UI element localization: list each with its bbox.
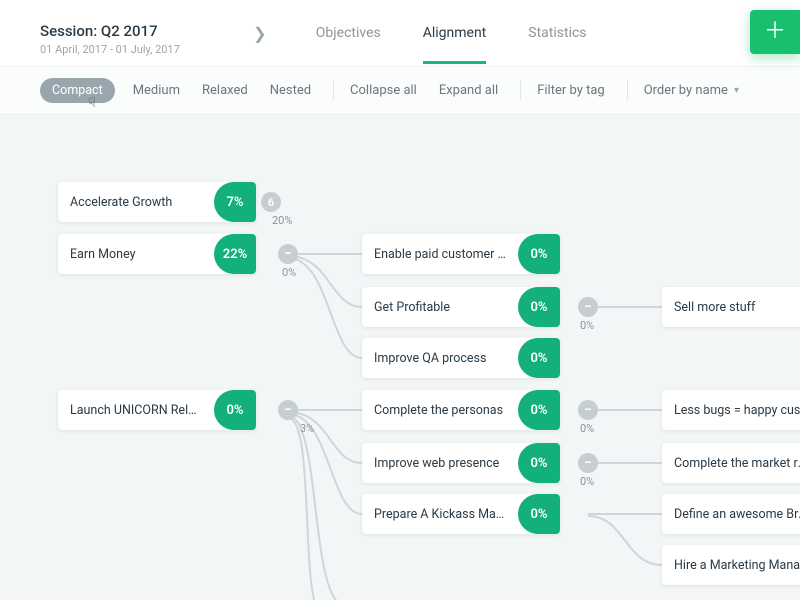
session-next-icon[interactable]: ❯ — [240, 24, 280, 43]
objective-label: Earn Money — [58, 247, 214, 262]
objective-card[interactable]: Improve web presence 0% — [362, 443, 560, 483]
toolbar-separator — [520, 80, 521, 100]
tab-objectives[interactable]: Objectives — [316, 3, 381, 64]
objective-percent: 0% — [518, 338, 560, 378]
session-dates: 01 April, 2017 - 01 July, 2017 — [40, 43, 180, 56]
collapse-node[interactable]: − — [278, 400, 298, 420]
objective-percent: 0% — [518, 494, 560, 534]
tab-alignment[interactable]: Alignment — [423, 3, 487, 64]
objective-percent: 22% — [214, 234, 256, 274]
view-nested[interactable]: Nested — [270, 83, 311, 98]
objective-percent: 0% — [518, 390, 560, 430]
session-title: Session: Q2 2017 — [40, 22, 180, 40]
objective-card[interactable]: Define an awesome Bran — [662, 494, 800, 534]
tab-statistics[interactable]: Statistics — [528, 3, 586, 64]
objective-percent: 0% — [214, 390, 256, 430]
minus-icon: − — [284, 247, 292, 261]
expand-count-node[interactable]: 6 — [261, 192, 281, 212]
toolbar-separator — [627, 80, 628, 100]
objective-label: Less bugs = happy custo — [662, 403, 800, 418]
view-medium[interactable]: Medium — [133, 83, 180, 98]
objective-label: Improve QA process — [362, 351, 518, 366]
objective-label: Prepare A Kickass Marke… — [362, 507, 518, 522]
session-block[interactable]: Session: Q2 2017 01 April, 2017 - 01 Jul… — [40, 10, 180, 56]
objective-card[interactable]: Sell more stuff — [662, 287, 800, 327]
view-compact[interactable]: Compact ☟ — [40, 78, 115, 103]
objective-label: Launch UNICORN Release — [58, 403, 214, 418]
cursor-pointer-icon: ☟ — [88, 96, 96, 111]
objective-label: Define an awesome Bran — [662, 507, 800, 522]
node-percent: 3% — [300, 422, 314, 435]
objective-card[interactable]: Improve QA process 0% — [362, 338, 560, 378]
main-tabs: Objectives Alignment Statistics — [316, 0, 587, 66]
objective-card[interactable]: Hire a Marketing Manage — [662, 545, 800, 585]
plus-icon: ＋ — [764, 21, 786, 43]
alignment-canvas[interactable]: Accelerate Growth 7% Earn Money 22% Laun… — [0, 114, 800, 600]
collapse-node[interactable]: − — [578, 400, 598, 420]
objective-card[interactable]: Accelerate Growth 7% — [58, 182, 256, 222]
collapse-node[interactable]: − — [578, 297, 598, 317]
expand-all[interactable]: Expand all — [439, 83, 498, 98]
objective-card[interactable]: Complete the market res — [662, 443, 800, 483]
objective-card[interactable]: Complete the personas 0% — [362, 390, 560, 430]
add-button[interactable]: ＋ — [750, 10, 800, 54]
objective-label: Sell more stuff — [662, 300, 800, 315]
objective-percent: 0% — [518, 287, 560, 327]
objective-label: Improve web presence — [362, 456, 518, 471]
objective-card[interactable]: Earn Money 22% — [58, 234, 256, 274]
objective-label: Hire a Marketing Manage — [662, 558, 800, 573]
node-count: 6 — [268, 197, 274, 208]
view-toolbar: Compact ☟ Medium Relaxed Nested Collapse… — [0, 66, 800, 114]
objective-label: Complete the personas — [362, 403, 518, 418]
minus-icon: − — [584, 403, 592, 417]
objective-percent: 7% — [214, 182, 256, 222]
collapse-node[interactable]: − — [578, 453, 598, 473]
view-relaxed[interactable]: Relaxed — [202, 83, 248, 98]
minus-icon: − — [284, 403, 292, 417]
objective-label: Complete the market res — [662, 456, 800, 471]
objective-label: Accelerate Growth — [58, 195, 214, 210]
minus-icon: − — [584, 300, 592, 314]
objective-card[interactable]: Get Profitable 0% — [362, 287, 560, 327]
node-percent: 0% — [580, 319, 594, 332]
objective-label: Get Profitable — [362, 300, 518, 315]
node-percent: 20% — [272, 214, 292, 227]
objective-card[interactable]: Less bugs = happy custo — [662, 390, 800, 430]
header-bar: Session: Q2 2017 01 April, 2017 - 01 Jul… — [0, 0, 800, 66]
order-by[interactable]: Order by name ▾ — [644, 83, 739, 98]
collapse-all[interactable]: Collapse all — [350, 83, 417, 98]
node-percent: 0% — [580, 422, 594, 435]
objective-percent: 0% — [518, 234, 560, 274]
objective-card[interactable]: Launch UNICORN Release 0% — [58, 390, 256, 430]
minus-icon: − — [584, 456, 592, 470]
node-percent: 0% — [580, 475, 594, 488]
order-by-label: Order by name — [644, 83, 728, 98]
objective-card[interactable]: Enable paid customer ac… 0% — [362, 234, 560, 274]
chevron-down-icon: ▾ — [734, 85, 739, 96]
objective-label: Enable paid customer ac… — [362, 247, 518, 262]
objective-card[interactable]: Prepare A Kickass Marke… 0% — [362, 494, 560, 534]
filter-by-tag[interactable]: Filter by tag — [537, 83, 605, 98]
toolbar-separator — [333, 80, 334, 100]
collapse-node[interactable]: − — [278, 244, 298, 264]
node-percent: 0% — [282, 266, 296, 279]
objective-percent: 0% — [518, 443, 560, 483]
